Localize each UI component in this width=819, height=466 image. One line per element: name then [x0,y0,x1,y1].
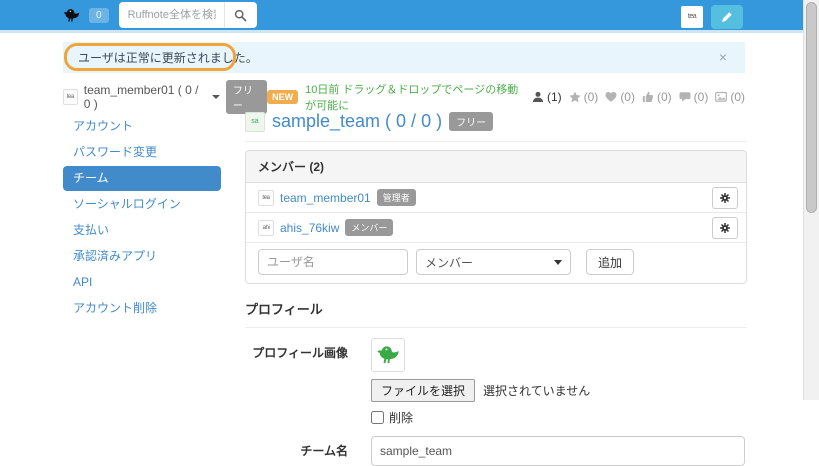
members-count: (1) [546,90,562,104]
delete-image-option: 削除 [371,409,590,426]
search-icon [234,9,247,22]
team-title[interactable]: sample_team ( 0 / 0 ) [272,111,442,132]
user-icon [532,91,543,102]
delete-image-checkbox[interactable] [371,411,384,424]
team-header: sa sample_team ( 0 / 0 ) フリー [245,111,747,132]
global-search [118,2,257,28]
new-page-button[interactable] [711,4,743,29]
sidebar-item-api[interactable]: API [63,270,221,295]
gear-icon [720,193,730,203]
news-and-stats: NEW 10日前 ドラッグ＆ドロップでページの移動が可能に (1) (0) (0… [267,81,745,113]
divider [245,141,747,142]
sidebar-item-delete-account[interactable]: アカウント削除 [63,296,221,321]
heart-icon [605,92,617,102]
team-avatar: sa [245,111,265,132]
thumbs-count: (0) [656,90,672,104]
new-badge: NEW [267,90,299,104]
images-stat[interactable]: (0) [715,90,745,104]
likes-stat[interactable]: (0) [605,90,635,104]
sidebar-item-team[interactable]: チーム [63,166,221,191]
comments-count: (0) [693,90,709,104]
sidebar-item-approved-apps[interactable]: 承認済みアプリ [63,244,221,269]
notification-count-badge[interactable]: 0 [89,7,109,23]
duck-image [377,346,399,364]
success-alert: ユーザは正常に更新されました。 × [63,42,745,73]
member-settings-button[interactable] [712,217,738,239]
divider [245,327,747,328]
comments-stat[interactable]: (0) [679,90,709,104]
add-member-form: メンバー 追加 [246,243,746,283]
settings-sidebar: アカウント パスワード変更 チーム ソーシャルログイン 支払い 承認済みアプリ … [63,114,221,322]
file-select-row: ファイルを選択 選択されていません [371,379,590,402]
search-input[interactable] [118,2,225,28]
news-link[interactable]: 10日前 ドラッグ＆ドロップでページの移動が可能に [305,81,525,113]
member-role-badge: メンバー [345,219,394,236]
profile-image-preview [371,338,405,372]
images-count: (0) [730,90,745,104]
sidebar-item-password[interactable]: パスワード変更 [63,140,221,165]
search-button[interactable] [224,2,257,28]
chevron-down-icon [211,95,220,99]
member-avatar: tea [258,189,274,206]
file-select-button[interactable]: ファイルを選択 [371,379,476,402]
member-settings-button[interactable] [712,187,738,209]
member-role-badge: 管理者 [376,189,416,206]
sidebar-item-account[interactable]: アカウント [63,114,221,139]
add-member-username-input[interactable] [258,249,408,275]
star-icon [569,91,581,103]
profile-image-label: プロフィール画像 [252,346,348,360]
scrollbar-thumb[interactable] [806,2,817,213]
plan-badge: フリー [225,80,268,114]
main-content: sa sample_team ( 0 / 0 ) フリー メンバー (2) te… [245,111,747,466]
gear-icon [720,223,730,233]
thumbs-up-icon [642,91,654,102]
alert-close-icon[interactable]: × [719,49,727,65]
members-panel: メンバー (2) tea team_member01 管理者 ahi ahis_… [245,150,747,284]
team-name-row: チーム名 [245,436,747,466]
user-avatar-small: tea [63,89,78,105]
select-caret-icon [554,259,562,265]
sidebar-item-social-login[interactable]: ソーシャルログイン [63,192,221,217]
member-row: ahi ahis_76kiw メンバー [246,213,746,243]
stars-stat[interactable]: (0) [569,90,599,104]
add-member-button[interactable]: 追加 [586,249,635,275]
sidebar-item-payment[interactable]: 支払い [63,218,221,243]
team-name-label: チーム名 [300,444,348,458]
image-icon [715,91,728,102]
profile-heading: プロフィール [245,302,323,317]
role-select[interactable]: メンバー [416,249,571,275]
profile-image-row: プロフィール画像 ファイルを選択 選択されていません 削除 [245,338,747,426]
member-row: tea team_member01 管理者 [246,183,746,213]
profile-image-controls: ファイルを選択 選択されていません 削除 [371,338,590,426]
member-name-link[interactable]: team_member01 [280,191,371,205]
file-status-text: 選択されていません [483,384,591,398]
user-avatar[interactable]: tea [681,5,703,28]
comment-icon [679,92,691,102]
navbar-right: tea [681,0,743,33]
user-bar: tea team_member01 ( 0 / 0 ) フリー NEW 10日前… [63,80,745,114]
team-name-controls [371,436,745,466]
members-stat[interactable]: (1) [532,90,562,104]
user-menu[interactable]: tea team_member01 ( 0 / 0 ) フリー [63,80,268,114]
member-avatar: ahi [258,219,274,236]
team-name-input[interactable] [371,436,745,466]
member-name-link[interactable]: ahis_76kiw [280,221,339,235]
role-select-value: メンバー [425,255,474,270]
delete-image-label: 削除 [389,411,414,425]
alert-message: ユーザは正常に更新されました。 [78,51,258,65]
team-plan-badge: フリー [449,112,494,131]
thumbs-stat[interactable]: (0) [642,90,672,104]
stars-count: (0) [583,90,599,104]
top-navbar: 0 tea [0,0,803,33]
pencil-icon [722,11,732,22]
bird-logo-icon[interactable] [62,6,81,25]
likes-count: (0) [620,90,635,104]
username-label[interactable]: team_member01 ( 0 / 0 ) [84,83,204,111]
page-scrollbar[interactable] [803,0,819,400]
members-panel-title: メンバー (2) [246,151,746,183]
